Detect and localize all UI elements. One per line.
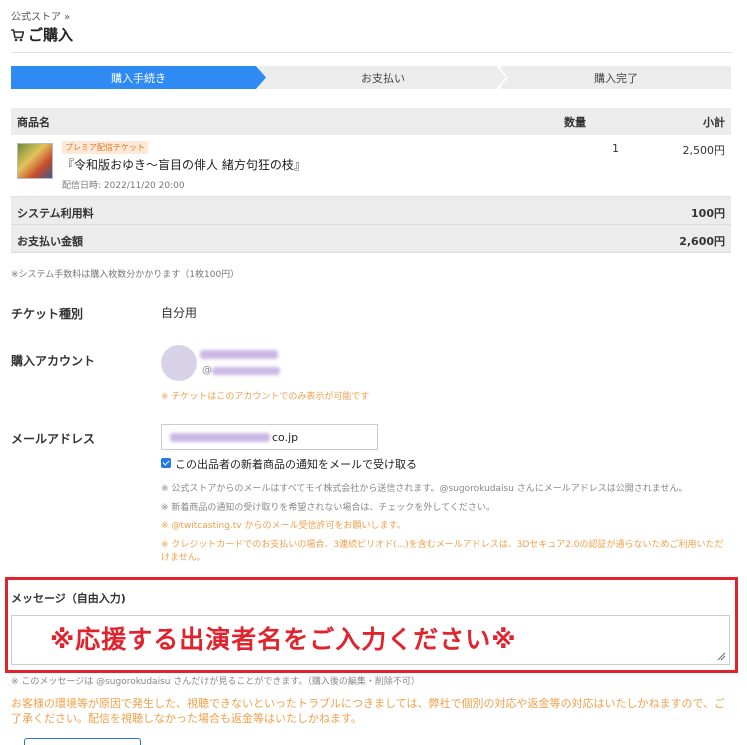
cart-table: 商品名 数量 小計 プレミア配信チケット 『令和版おゆき～盲目の俳人 緒方句狂の… <box>11 108 731 253</box>
refund-warning: お客様の環境等が原因で発生した、視聴できないといったトラブルにつきましては、弊社… <box>11 697 726 725</box>
step-payment: お支払い <box>259 66 507 89</box>
page-title: ご購入 <box>11 24 73 45</box>
col-qty: 数量 <box>564 115 586 129</box>
page-title-text: ご購入 <box>28 26 74 44</box>
account-note: ※ チケットはこのアカウントでのみ表示が可能です <box>161 392 370 402</box>
resize-grip-icon[interactable] <box>717 652 726 661</box>
note-allow-mail: ※ @twitcasting.tv からのメール受信許可をお願いします。 <box>161 521 406 531</box>
message-annotation: ※応援する出演者名をご入力ください※ <box>50 625 517 654</box>
email-label: メールアドレス <box>11 432 96 446</box>
account-handle-prefix: @ <box>202 365 212 376</box>
ticket-type-value: 自分用 <box>161 306 198 320</box>
step-purchase-label: 購入手続き <box>111 71 166 85</box>
item-qty: 1 <box>612 142 619 155</box>
item-badge: プレミア配信チケット <box>62 141 148 154</box>
note-3ds: ※ クレジットカードでのお支払いの場合、3連続ピリオド(...)を含むメールアド… <box>161 540 724 563</box>
fee-row: システム利用料 100円 <box>11 197 731 225</box>
bottom-button[interactable] <box>24 738 141 745</box>
fee-label: システム利用料 <box>17 207 94 220</box>
message-note: ※ このメッセージは @sugorokudaisu さんだけが見ることができます… <box>11 677 420 687</box>
cart-icon <box>11 28 25 42</box>
ticket-type-label: チケット種別 <box>11 307 84 321</box>
cart-item-row: プレミア配信チケット 『令和版おゆき～盲目の俳人 緒方句狂の枝』 配信日時: 2… <box>11 135 731 197</box>
email-redacted <box>170 433 270 442</box>
item-name: 『令和版おゆき～盲目の俳人 緒方句狂の枝』 <box>62 158 306 172</box>
progress-steps: 購入手続き お支払い 購入完了 <box>11 66 731 89</box>
email-suffix: co.jp <box>272 431 299 444</box>
subscribe-checkbox[interactable] <box>161 458 171 468</box>
account-avatar <box>161 345 197 381</box>
step-payment-label: お支払い <box>361 71 405 85</box>
cart-header: 商品名 数量 小計 <box>11 108 731 135</box>
email-field[interactable]: co.jp <box>161 424 378 450</box>
item-date: 配信日時: 2022/11/20 20:00 <box>62 181 185 191</box>
fee-note: ※システム手数料は購入枚数分かかります（1枚100円） <box>11 270 240 280</box>
item-thumbnail <box>17 143 53 179</box>
fee-value: 100円 <box>691 207 725 220</box>
title-divider <box>11 52 733 53</box>
account-handle-redacted <box>212 367 280 375</box>
note-opt-out: ※ 新着商品の通知の受け取りを希望されない場合は、チェックを外してください。 <box>161 503 495 513</box>
col-subtotal: 小計 <box>703 115 725 129</box>
col-name: 商品名 <box>17 115 50 129</box>
total-value: 2,600円 <box>679 235 725 248</box>
message-label: メッセージ（自由入力) <box>11 592 126 605</box>
note-sender: ※ 公式ストアからのメールはすべてモイ株式会社から送信されます。@sugorok… <box>161 484 688 494</box>
total-row: お支払い金額 2,600円 <box>11 225 731 253</box>
step-purchase: 購入手続き <box>11 66 266 89</box>
account-name-redacted <box>200 350 278 359</box>
item-subtotal: 2,500円 <box>682 144 726 157</box>
step-complete-label: 購入完了 <box>594 71 638 85</box>
breadcrumb[interactable]: 公式ストア » <box>11 8 70 23</box>
subscribe-label[interactable]: この出品者の新着商品の通知をメールで受け取る <box>175 456 417 472</box>
step-complete: 購入完了 <box>501 66 731 89</box>
account-label: 購入アカウント <box>11 354 96 368</box>
total-label: お支払い金額 <box>17 235 83 248</box>
